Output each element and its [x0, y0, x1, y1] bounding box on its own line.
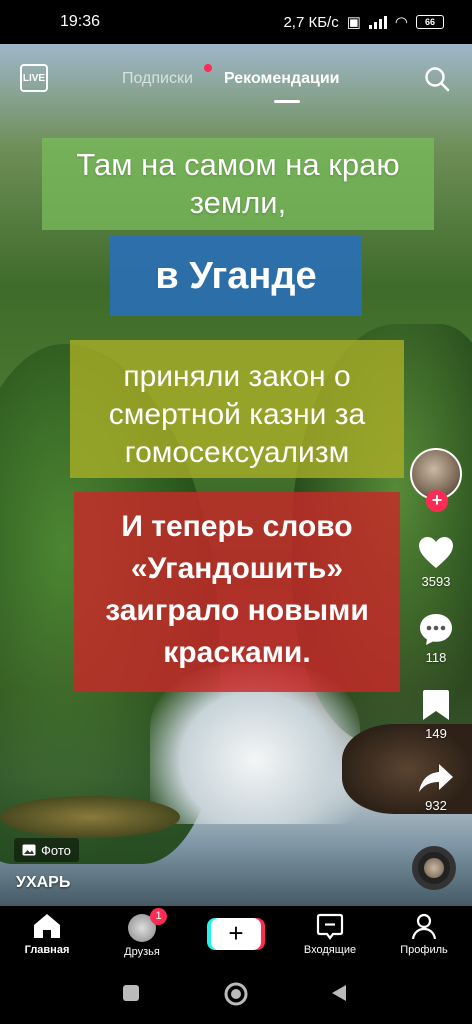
system-nav [0, 968, 472, 1024]
follow-plus-icon[interactable]: + [426, 490, 448, 512]
nav-home[interactable]: Главная [7, 912, 87, 956]
recents-icon[interactable] [122, 984, 140, 1002]
nav-inbox-label: Входящие [303, 944, 357, 956]
caption-line-2: в Уганде [110, 236, 362, 316]
live-icon[interactable]: LIVE [20, 64, 48, 92]
top-nav: LIVE Подписки Рекомендации [0, 56, 472, 103]
save-button[interactable]: 149 [410, 688, 462, 741]
search-icon[interactable] [424, 66, 450, 92]
nav-home-label: Главная [24, 944, 70, 956]
nav-profile[interactable]: Профиль [384, 912, 464, 956]
active-tab-indicator [274, 100, 300, 103]
caption-line-1: Там на самом на краю земли, [42, 138, 434, 230]
share-count: 932 [425, 798, 447, 813]
create-button[interactable]: + [211, 918, 261, 950]
heart-icon [419, 537, 453, 568]
share-button[interactable]: 932 [410, 762, 462, 813]
nav-profile-label: Профиль [400, 944, 448, 956]
share-icon [419, 764, 453, 792]
profile-icon [411, 913, 437, 940]
status-time: 19:36 [60, 13, 101, 30]
nav-inbox[interactable]: Входящие [290, 912, 370, 956]
home-system-icon[interactable] [224, 982, 248, 1006]
save-count: 149 [425, 726, 447, 741]
notification-dot [204, 64, 212, 72]
like-count: 3593 [421, 574, 451, 589]
image-icon [22, 844, 36, 856]
nav-friends-label: Друзья [124, 946, 160, 958]
net-speed: 2,7 КБ/с [283, 13, 339, 31]
scenery-rock [0, 796, 180, 838]
comment-button[interactable]: 118 [410, 612, 462, 665]
friends-avatar: 1 [128, 908, 167, 942]
photo-badge: Фото [14, 838, 79, 862]
author-name[interactable]: УХАРЬ [16, 874, 70, 892]
inbox-icon [316, 913, 344, 940]
photo-badge-label: Фото [41, 842, 71, 858]
signal-icon [368, 15, 387, 29]
comment-count: 118 [425, 650, 447, 665]
bottom-nav: Главная 1 Друзья + Входящие Профиль [0, 906, 472, 968]
back-icon[interactable] [330, 984, 348, 1002]
battery-icon: 66 [416, 15, 444, 29]
wifi-icon: ◠ [394, 14, 408, 31]
comment-icon [420, 614, 452, 645]
tab-following[interactable]: Подписки [122, 70, 193, 88]
nfc-icon: ▣ [346, 14, 361, 31]
status-bar: 19:36 2,7 КБ/с ▣ ◠ 66 [0, 0, 472, 44]
friends-badge: 1 [150, 908, 167, 925]
home-icon [34, 914, 60, 938]
caption-line-3: приняли закон о смертной казни за гомосе… [70, 340, 404, 478]
like-button[interactable]: 3593 [410, 536, 462, 589]
music-disc-icon[interactable] [412, 846, 456, 890]
bookmark-icon [423, 690, 449, 720]
nav-friends[interactable]: 1 Друзья [102, 908, 182, 958]
tab-for-you[interactable]: Рекомендации [224, 70, 340, 88]
status-icons: 2,7 КБ/с ▣ ◠ 66 [283, 13, 444, 31]
caption-line-4: И теперь слово «Угандошить» заиграло нов… [74, 492, 400, 692]
